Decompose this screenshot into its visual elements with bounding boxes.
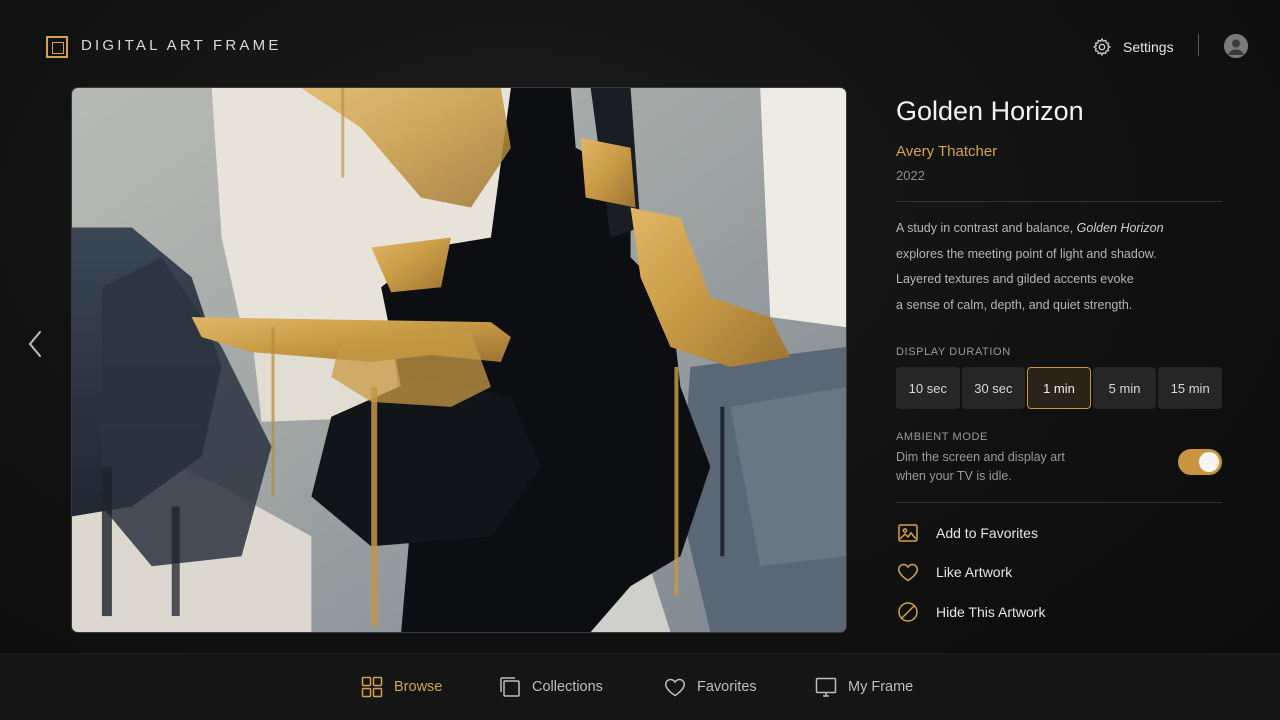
monitor-icon [815,677,837,697]
nav-collections[interactable]: Collections [498,674,603,700]
ambient-mode-toggle[interactable] [1178,449,1222,475]
collections-icon [500,677,520,697]
image-icon [898,524,918,542]
settings-button[interactable]: Settings [1092,36,1174,58]
nav-label: My Frame [848,679,914,695]
artwork-year: 2022 [896,168,925,183]
description-line: a sense of calm, depth, and quiet streng… [896,297,1133,312]
top-bar: DIGITAL ART FRAME Settings [0,0,1280,90]
divider [896,201,1222,202]
app-title: DIGITAL ART FRAME [81,37,282,54]
description-line: Layered textures and gilded accents evok… [896,272,1134,286]
ambient-description-line: Dim the screen and display art [896,450,1065,464]
nav-label: Browse [394,679,443,695]
settings-label: Settings [1123,39,1174,55]
user-icon [1224,34,1248,58]
nav-label: Collections [532,679,603,695]
hide-artwork-button[interactable]: Hide This Artwork [896,600,1045,624]
nav-browse[interactable]: Browse [360,674,442,700]
artwork-image [71,87,847,633]
gear-icon [1092,37,1112,57]
artist-name[interactable]: Avery Thatcher [896,143,997,160]
ambient-mode-label: AMBIENT MODE [896,431,988,443]
description-line: A study in contrast and balance, Golden … [896,216,1222,242]
duration-selector: 10 sec 30 sec 1 min 5 min 15 min [896,367,1222,409]
chevron-left-icon [28,331,41,357]
toggle-knob [1199,452,1219,472]
avatar[interactable] [1224,34,1248,58]
heart-icon [898,563,918,582]
ambient-mode-description: Dim the screen and display art when your… [896,448,1096,486]
previous-artwork-button[interactable] [24,328,48,360]
nav-my-frame[interactable]: My Frame [814,674,913,700]
duration-option-1-min[interactable]: 1 min [1027,367,1091,409]
action-label: Hide This Artwork [936,604,1046,620]
action-label: Like Artwork [936,564,1013,580]
add-to-favorites-button[interactable]: Add to Favorites [896,521,1038,545]
nav-label: Favorites [697,679,757,695]
display-duration-label: DISPLAY DURATION [896,346,1011,358]
like-artwork-button[interactable]: Like Artwork [896,560,1012,584]
ambient-description-line: when your TV is idle. [896,469,1012,483]
description-text: A study in contrast and balance, [896,221,1077,235]
duration-option-5-min[interactable]: 5 min [1092,367,1157,409]
bottom-navigation: Browse Collections Favorites My Frame [0,653,1280,720]
grid-icon [361,676,383,698]
description-line: explores the meeting point of light and … [896,246,1157,261]
abstract-painting [72,88,846,632]
nav-favorites[interactable]: Favorites [663,674,757,700]
heart-icon [665,678,685,697]
description-emphasis: Golden Horizon [1076,221,1164,235]
hide-icon [898,602,918,622]
frame-logo-icon [46,36,68,58]
header-divider [1198,34,1199,56]
duration-option-30-sec[interactable]: 30 sec [961,367,1026,409]
divider [896,502,1222,503]
duration-option-15-min[interactable]: 15 min [1158,367,1222,409]
duration-option-10-sec[interactable]: 10 sec [896,367,960,409]
artwork-description: A study in contrast and balance, Golden … [896,216,1222,318]
action-label: Add to Favorites [936,525,1038,541]
artwork-title: Golden Horizon [896,96,1084,126]
